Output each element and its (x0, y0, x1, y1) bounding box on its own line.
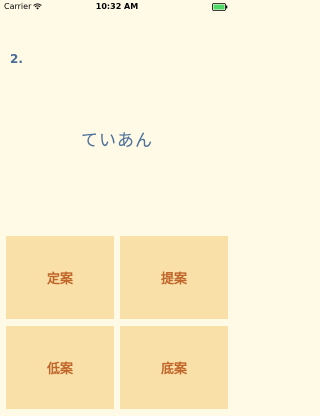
answer-button-4[interactable]: 底案 (120, 326, 228, 409)
status-bar: Carrier 10:32 AM (0, 0, 234, 14)
answer-grid: 定案 提案 低案 底案 (6, 236, 228, 409)
answer-button-3[interactable]: 低案 (6, 326, 114, 409)
answer-button-2[interactable]: 提案 (120, 236, 228, 319)
battery-icon (212, 3, 228, 11)
answer-button-1[interactable]: 定案 (6, 236, 114, 319)
status-time: 10:32 AM (95, 2, 139, 11)
question-text: ていあん (81, 131, 153, 151)
question-number: 2. (10, 52, 23, 66)
